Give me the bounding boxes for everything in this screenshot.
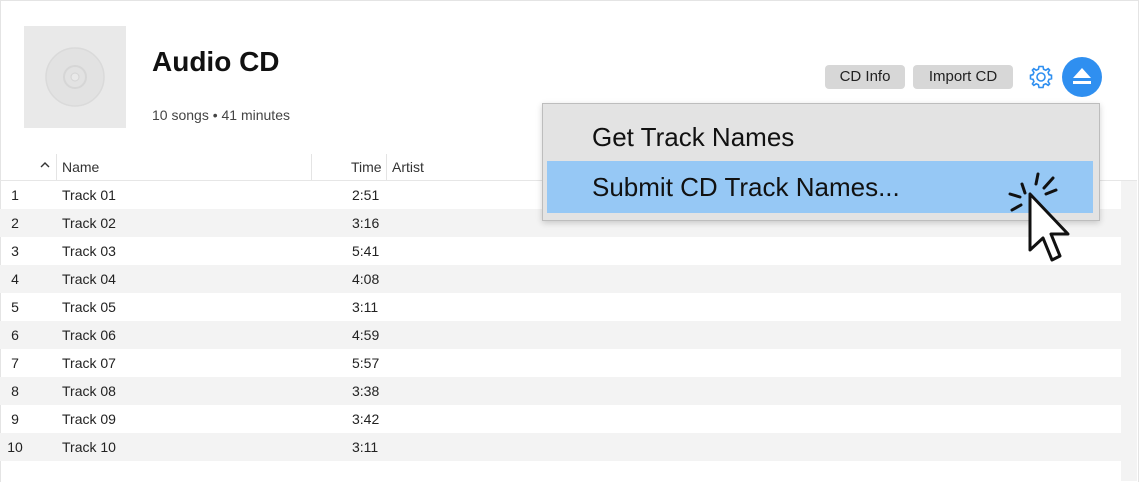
track-time: 5:41 xyxy=(352,243,380,259)
track-number: 10 xyxy=(7,439,23,455)
table-row[interactable]: 10 Track 10 3:11 xyxy=(0,433,1121,461)
table-row[interactable]: 9 Track 09 3:42 xyxy=(0,405,1121,433)
track-name: Track 03 xyxy=(62,243,116,259)
page-title: Audio CD xyxy=(152,46,280,77)
track-time: 3:11 xyxy=(352,439,379,455)
cd-disc-icon xyxy=(45,47,105,107)
track-time: 3:11 xyxy=(352,299,379,315)
track-list: 1 Track 01 2:51 2 Track 02 3:16 3 Track … xyxy=(0,181,1121,461)
chevron-up-icon[interactable] xyxy=(38,158,52,172)
track-time: 4:59 xyxy=(352,327,380,343)
column-header-name[interactable]: Name xyxy=(62,159,99,175)
track-name: Track 09 xyxy=(62,411,116,427)
cd-info-button[interactable]: CD Info xyxy=(825,65,905,89)
column-divider[interactable] xyxy=(386,154,387,180)
track-name: Track 10 xyxy=(62,439,116,455)
album-summary: 10 songs • 41 minutes xyxy=(152,107,290,123)
column-header-time[interactable]: Time xyxy=(351,159,382,175)
track-number: 4 xyxy=(11,271,19,287)
track-time: 3:16 xyxy=(352,215,380,231)
track-time: 5:57 xyxy=(352,355,380,371)
menu-item-get-track-names[interactable]: Get Track Names xyxy=(547,111,1093,163)
track-time: 3:42 xyxy=(352,411,380,427)
track-number: 9 xyxy=(11,411,19,427)
track-time: 3:38 xyxy=(352,383,380,399)
column-divider[interactable] xyxy=(311,154,312,180)
eject-icon xyxy=(1073,68,1091,84)
track-name: Track 06 xyxy=(62,327,116,343)
vertical-scrollbar[interactable] xyxy=(1121,181,1137,481)
track-number: 8 xyxy=(11,383,19,399)
track-name: Track 08 xyxy=(62,383,116,399)
eject-button[interactable] xyxy=(1062,57,1102,97)
table-row[interactable]: 8 Track 08 3:38 xyxy=(0,377,1121,405)
track-name: Track 07 xyxy=(62,355,116,371)
track-name: Track 01 xyxy=(62,187,116,203)
table-row[interactable]: 7 Track 07 5:57 xyxy=(0,349,1121,377)
track-number: 2 xyxy=(11,215,19,231)
mouse-pointer-click-icon xyxy=(1008,172,1070,262)
column-divider[interactable] xyxy=(56,154,57,180)
table-row[interactable]: 4 Track 04 4:08 xyxy=(0,265,1121,293)
track-name: Track 04 xyxy=(62,271,116,287)
track-name: Track 02 xyxy=(62,215,116,231)
track-time: 2:51 xyxy=(352,187,380,203)
import-cd-button[interactable]: Import CD xyxy=(913,65,1013,89)
gear-icon[interactable] xyxy=(1028,64,1054,90)
track-number: 3 xyxy=(11,243,19,259)
album-artwork xyxy=(24,26,126,128)
column-header-artist[interactable]: Artist xyxy=(392,159,424,175)
track-name: Track 05 xyxy=(62,299,116,315)
track-time: 4:08 xyxy=(352,271,380,287)
track-number: 1 xyxy=(11,187,19,203)
table-row[interactable]: 5 Track 05 3:11 xyxy=(0,293,1121,321)
track-number: 6 xyxy=(11,327,19,343)
track-number: 5 xyxy=(11,299,19,315)
track-number: 7 xyxy=(11,355,19,371)
table-row[interactable]: 3 Track 03 5:41 xyxy=(0,237,1121,265)
table-row[interactable]: 6 Track 06 4:59 xyxy=(0,321,1121,349)
